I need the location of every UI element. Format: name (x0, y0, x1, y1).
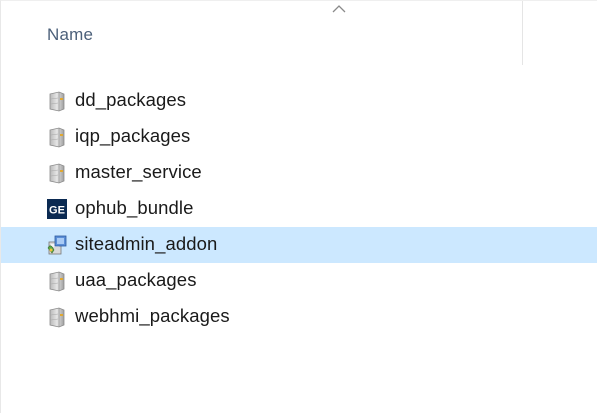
file-name[interactable]: master_service (75, 161, 202, 183)
file-row[interactable]: master_service (1, 155, 597, 191)
name-column-header[interactable]: Name (47, 25, 93, 45)
file-cabinet-icon (49, 127, 65, 148)
file-row[interactable]: uaa_packages (1, 263, 597, 299)
column-divider[interactable] (522, 1, 523, 65)
file-row[interactable]: webhmi_packages (1, 299, 597, 335)
file-explorer-view: Name dd_packages iqp_packages master_ser… (0, 0, 597, 413)
file-row[interactable]: GE ophub_bundle (1, 191, 597, 227)
file-name[interactable]: iqp_packages (75, 125, 190, 147)
column-header-bar[interactable]: Name (1, 1, 597, 71)
installer-icon (47, 235, 67, 255)
svg-text:GE: GE (49, 205, 65, 217)
file-row[interactable]: dd_packages (1, 83, 597, 119)
file-name[interactable]: uaa_packages (75, 269, 197, 291)
file-name[interactable]: siteadmin_addon (75, 233, 217, 255)
file-row-selected[interactable]: siteadmin_addon (1, 227, 597, 263)
file-list: dd_packages iqp_packages master_service (1, 83, 597, 335)
ge-logo-icon: GE (47, 199, 67, 219)
file-cabinet-icon (49, 91, 65, 112)
file-name[interactable]: dd_packages (75, 89, 186, 111)
file-cabinet-icon (49, 307, 65, 328)
file-cabinet-icon (49, 271, 65, 292)
file-cabinet-icon (49, 163, 65, 184)
file-row[interactable]: iqp_packages (1, 119, 597, 155)
chevron-up-icon[interactable] (332, 5, 346, 13)
file-name[interactable]: ophub_bundle (75, 197, 194, 219)
file-name[interactable]: webhmi_packages (75, 305, 230, 327)
